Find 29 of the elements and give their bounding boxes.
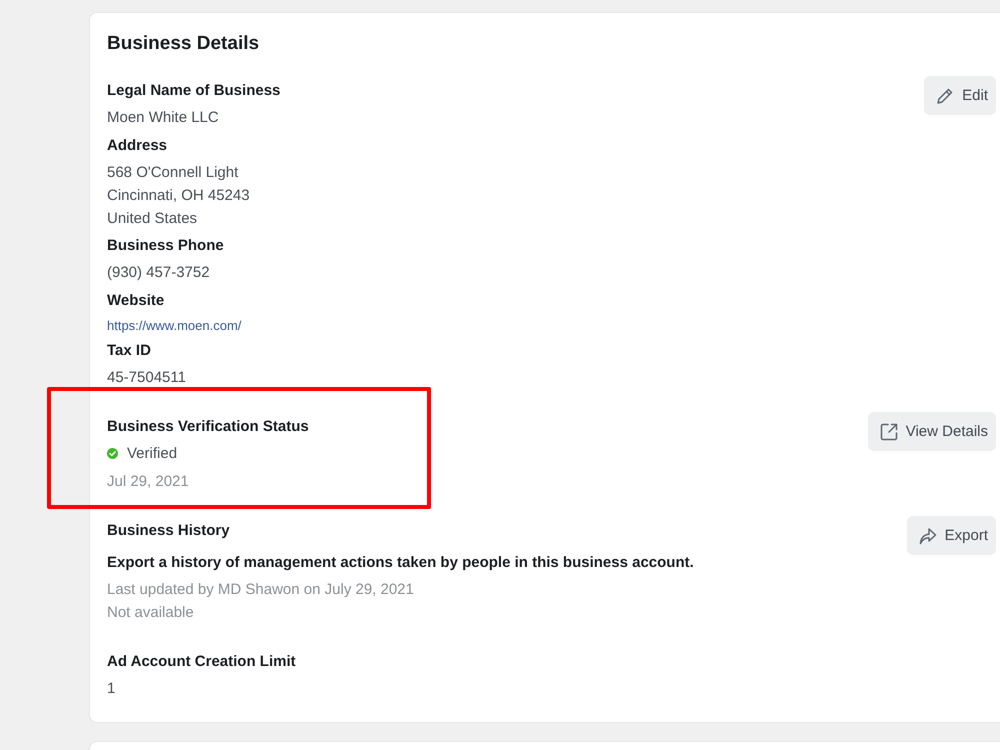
external-link-icon: [880, 422, 898, 440]
card-title: Business Details: [107, 32, 260, 56]
description-text: Export a history of management actions taken by people in this business account.: [107, 553, 694, 573]
share-arrow-icon: [918, 526, 937, 544]
field-label: Business Phone: [107, 236, 224, 256]
field-label: Business History: [107, 521, 230, 541]
field-value: 45-7504511: [107, 368, 186, 388]
website-link[interactable]: https://www.moen.com/: [107, 316, 242, 334]
field-value: Cincinnati, OH 45243: [107, 186, 250, 206]
field-label: Address: [107, 136, 168, 156]
export-button[interactable]: Export: [906, 516, 996, 555]
field-label: Website: [107, 290, 164, 310]
field-value: Moen White LLC: [107, 108, 219, 128]
check-circle-icon: [107, 448, 118, 459]
field-value: (930) 457-3752: [107, 263, 210, 283]
field-label: Ad Account Creation Limit: [107, 652, 296, 672]
field-label: Legal Name of Business: [107, 81, 280, 101]
pencil-icon: [936, 86, 954, 104]
secondary-text: Last updated by MD Shawon on July 29, 2021: [107, 580, 414, 600]
secondary-text: Jul 29, 2021: [107, 472, 189, 492]
field-label: Tax ID: [107, 341, 151, 361]
field-value: 1: [107, 679, 116, 699]
field-value: United States: [107, 208, 198, 228]
secondary-text: Not available: [107, 603, 194, 623]
field-label: Business Verification Status: [107, 417, 309, 437]
status-text: Verified: [127, 444, 178, 464]
edit-button[interactable]: Edit: [924, 76, 996, 115]
view-details-button[interactable]: View Details: [868, 412, 996, 451]
field-value: 568 O'Connell Light: [107, 162, 238, 182]
